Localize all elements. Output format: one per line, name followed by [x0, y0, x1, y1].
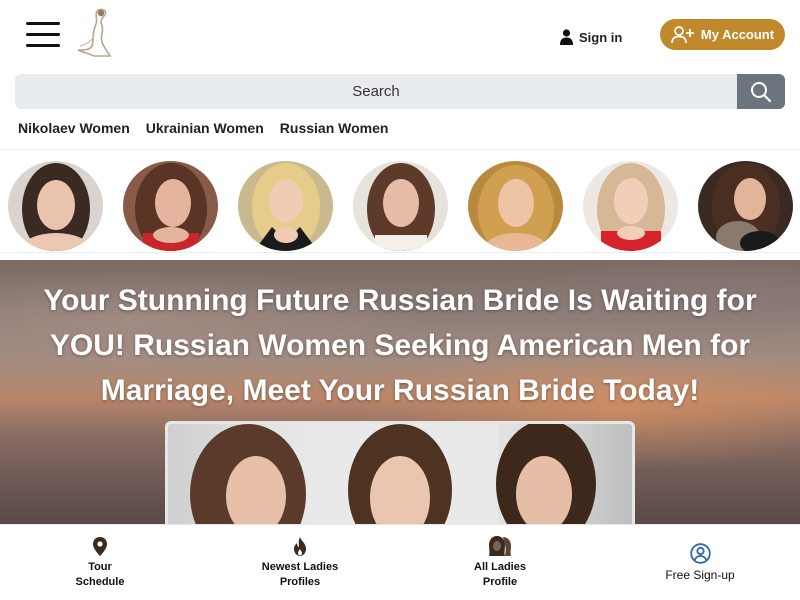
search-button[interactable] [737, 74, 785, 109]
profile-avatar[interactable] [238, 161, 333, 251]
profile-avatar[interactable] [8, 161, 103, 251]
bottom-navigation: Tour Schedule Newest Ladies Profiles All… [0, 524, 800, 600]
search-icon [751, 81, 772, 102]
sign-in-label: Sign in [579, 29, 623, 45]
profile-avatar[interactable] [698, 161, 793, 251]
hero-title: Your Stunning Future Russian Bride Is Wa… [43, 284, 757, 407]
nav-free-signup[interactable]: Free Sign-up [600, 525, 800, 600]
my-account-button[interactable]: My Account [660, 19, 785, 50]
profile-avatar[interactable] [123, 161, 218, 251]
ladies-icon [489, 536, 511, 556]
nav-all-ladies[interactable]: All Ladies Profile [400, 525, 600, 600]
profile-avatar[interactable] [353, 161, 448, 251]
hamburger-menu-icon[interactable] [26, 22, 60, 48]
nav-tour-schedule-label: Tour Schedule [75, 560, 125, 588]
my-account-label: My Account [700, 27, 775, 42]
user-plus-icon [671, 25, 694, 43]
user-icon [560, 29, 573, 45]
nav-newest-profiles[interactable]: Newest Ladies Profiles [200, 525, 400, 600]
search-bar [15, 74, 785, 109]
user-circle-icon [689, 543, 711, 564]
site-header: Sign in My Account [0, 0, 800, 70]
category-nav: Nikolaev Women Ukrainian Women Russian W… [18, 120, 388, 138]
nav-tour-schedule[interactable]: Tour Schedule [0, 525, 200, 600]
sign-in-link[interactable]: Sign in [560, 27, 622, 47]
nav-free-signup-label: Free Sign-up [665, 568, 735, 582]
bride-logo[interactable] [74, 6, 118, 58]
map-pin-icon [93, 536, 107, 556]
category-link-ukrainian[interactable]: Ukrainian Women [146, 120, 264, 138]
hero-photo [165, 421, 635, 524]
profile-avatar-strip [0, 149, 800, 253]
category-link-nikolaev[interactable]: Nikolaev Women [18, 120, 130, 138]
profile-avatar[interactable] [583, 161, 678, 251]
nav-newest-profiles-label: Newest Ladies Profiles [261, 560, 339, 588]
nav-all-ladies-label: All Ladies Profile [474, 561, 526, 588]
fire-icon [294, 536, 306, 556]
category-link-russian[interactable]: Russian Women [280, 120, 389, 138]
hero-banner: Your Stunning Future Russian Bride Is Wa… [0, 260, 800, 524]
search-input[interactable] [15, 74, 737, 109]
profile-avatar[interactable] [468, 161, 563, 251]
